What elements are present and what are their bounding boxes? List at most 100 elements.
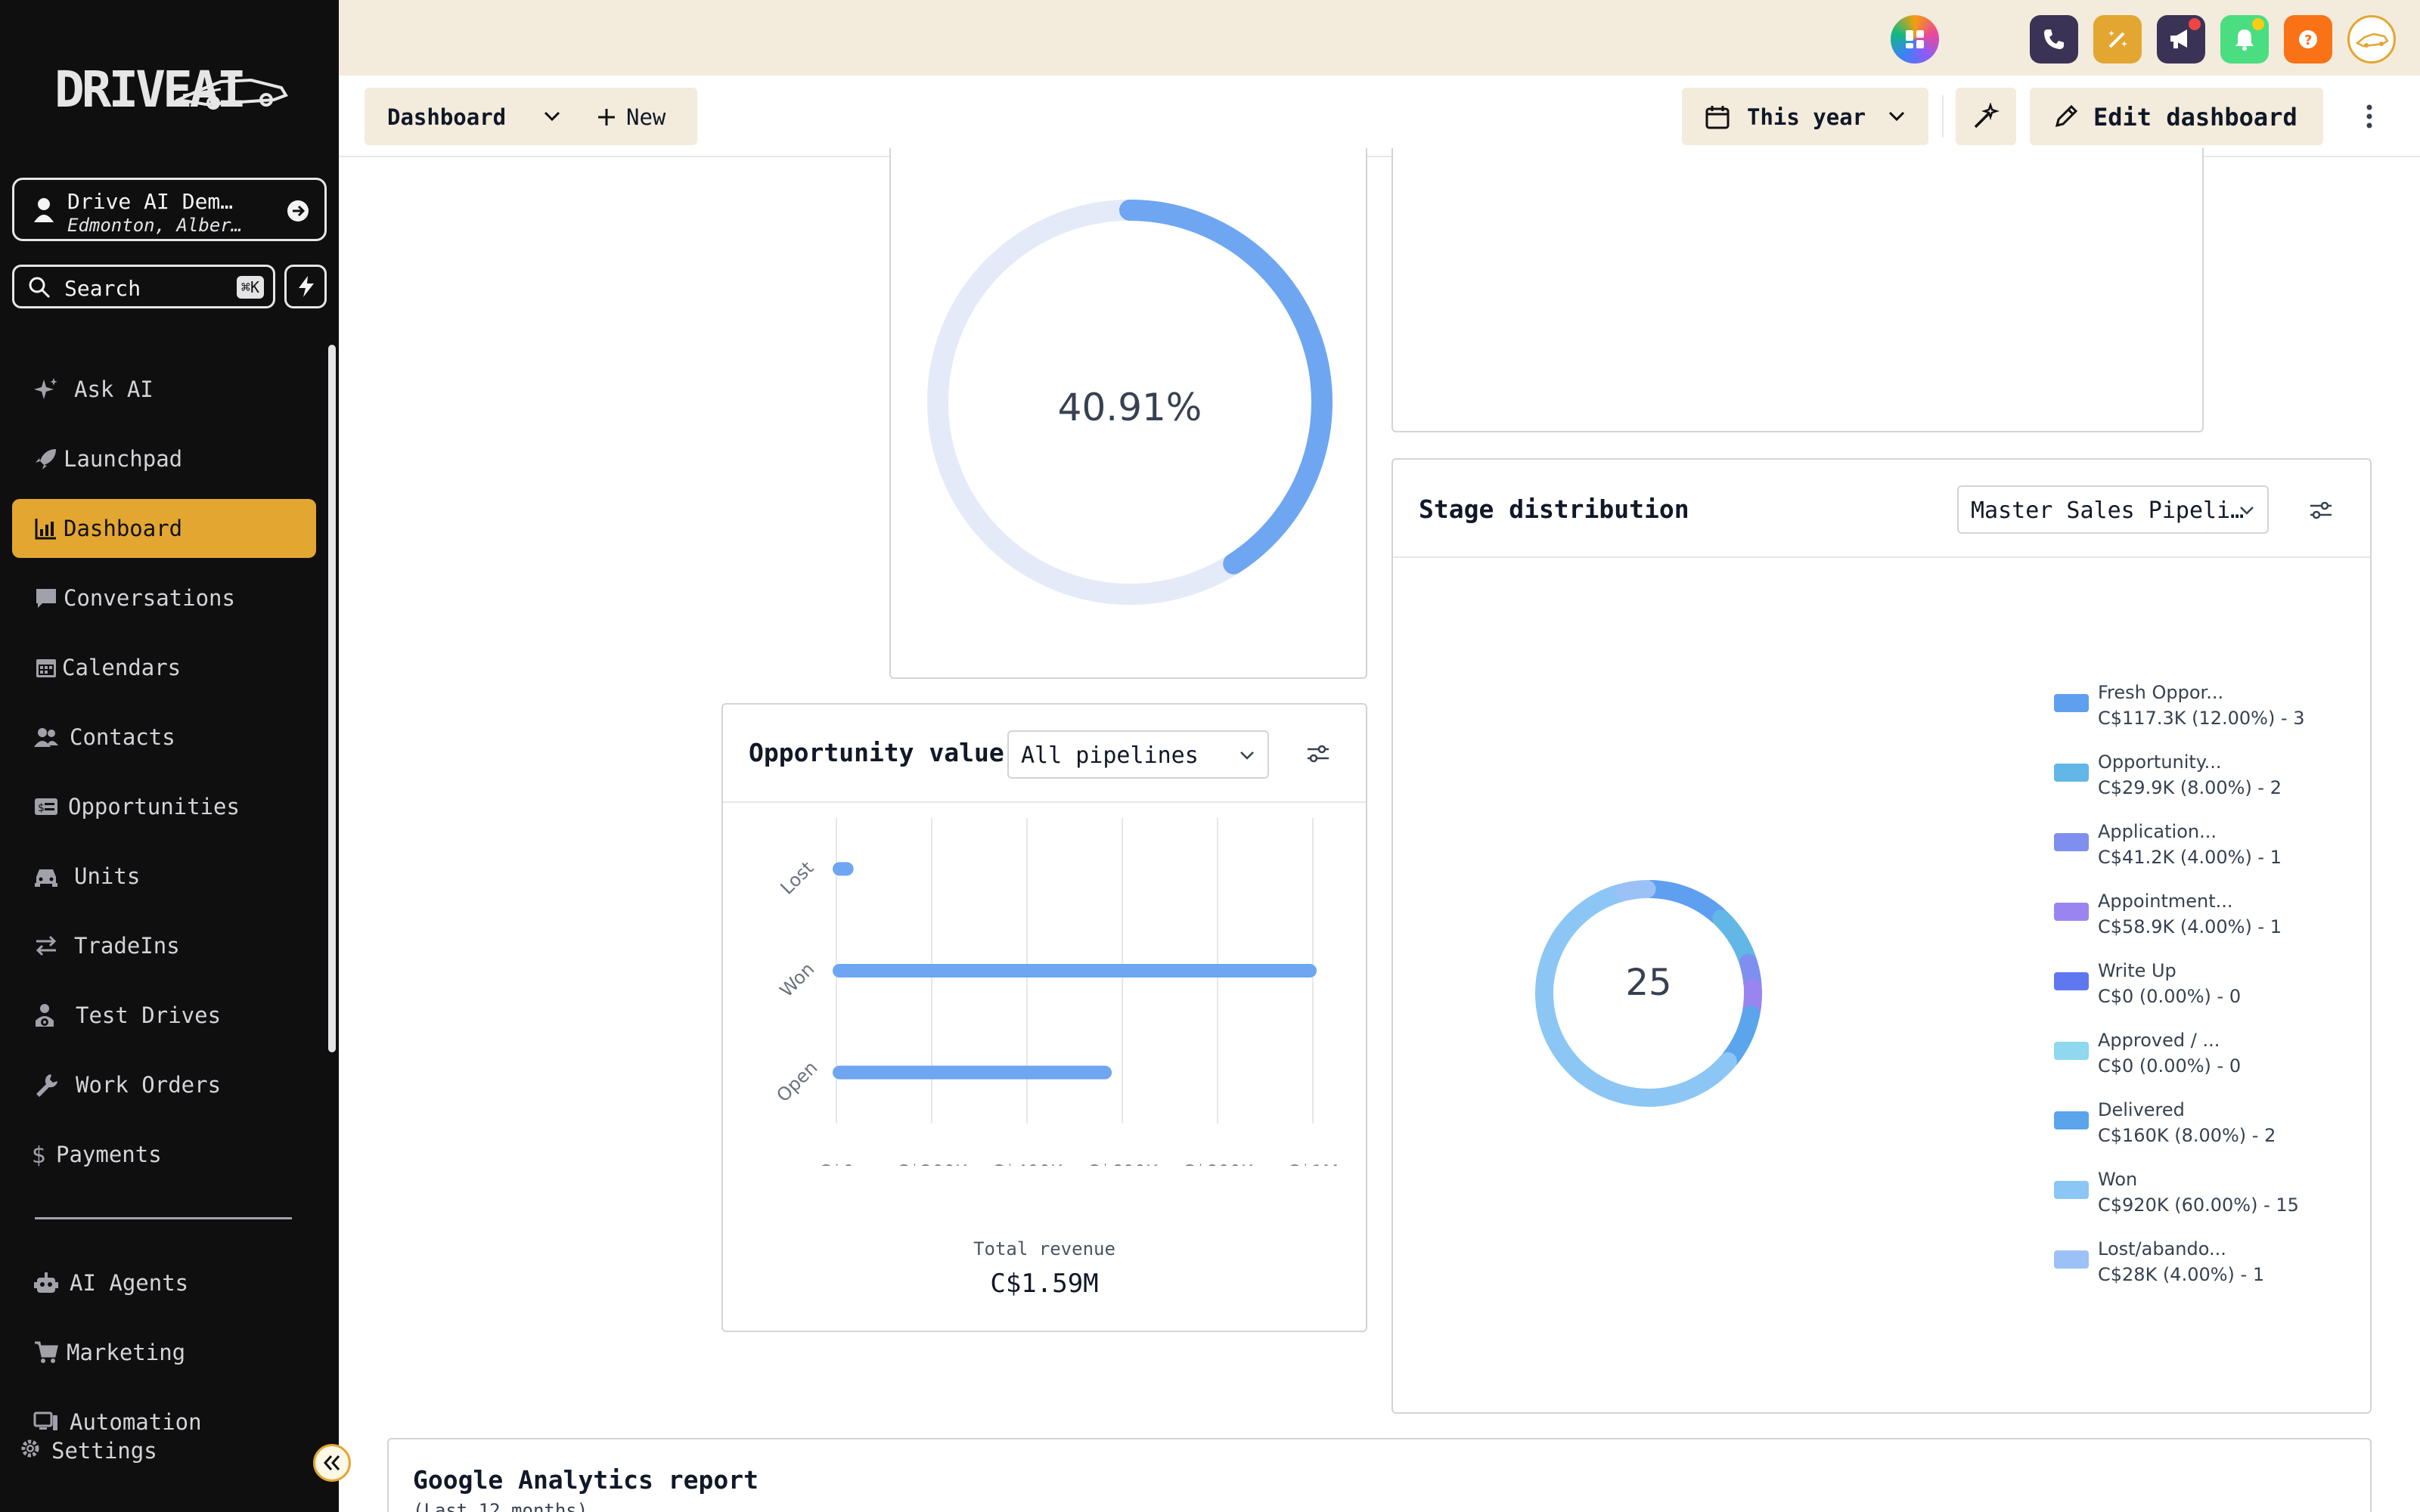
legend-swatch — [2054, 694, 2089, 712]
megaphone-icon — [2170, 29, 2187, 48]
apps-launcher-button[interactable] — [1891, 15, 1939, 64]
opportunity-value-chart: C$0 C$200K C$400K C$600K C$800K C$1M Lost Won Op… — [772, 818, 1339, 1166]
donut-slice[interactable] — [1641, 880, 1728, 925]
sidebar-item-label: Launchpad — [64, 446, 183, 472]
cart-icon — [35, 1341, 58, 1363]
phone-button[interactable] — [2030, 15, 2078, 64]
sidebar-item-dashboard[interactable]: Dashboard — [12, 499, 316, 558]
card-title: Opportunity value — [749, 738, 1004, 767]
chevron-down-icon — [544, 111, 560, 122]
x-tick-label: C$800K — [1182, 1161, 1254, 1166]
search-label: Search — [64, 276, 141, 301]
sidebar-item-tradeins[interactable]: TradeIns — [12, 916, 316, 975]
dashboard-switcher[interactable]: Dashboard New — [365, 88, 697, 145]
legend-stage-detail: C$117.3K (12.00%) - 3 — [2098, 708, 2305, 729]
legend-swatch — [2054, 1111, 2089, 1129]
y-category-label: Open — [772, 1057, 821, 1106]
sidebar-item-label: Opportunities — [68, 794, 240, 820]
donut-slice[interactable] — [1615, 880, 1656, 901]
sidebar-item-conversations[interactable]: Conversations — [12, 569, 316, 627]
sidebar-item-payments[interactable]: $ Payments — [12, 1125, 316, 1184]
x-tick-label: C$1M — [1287, 1161, 1339, 1166]
profile-avatar[interactable] — [2347, 15, 2396, 64]
edit-dashboard-button[interactable]: Edit dashboard — [2030, 88, 2323, 145]
sidebar-item-label: Calendars — [62, 655, 182, 680]
driver-icon — [36, 1004, 54, 1027]
google-analytics-card: Google Analytics report (Last 12 months) — [387, 1438, 2372, 1512]
filter-settings-icon[interactable] — [2308, 497, 2334, 523]
sidebar-item-label: Ask AI — [74, 376, 154, 402]
sidebar-item-settings[interactable]: Settings — [12, 1421, 316, 1464]
chevron-down-icon — [1888, 111, 1905, 122]
sidebar-item-test-drives[interactable]: Test Drives — [12, 986, 316, 1045]
car-icon — [35, 869, 57, 887]
toolbar-separator — [1942, 95, 1944, 138]
sidebar-item-launchpad[interactable]: Launchpad — [12, 429, 316, 488]
widget-card — [1392, 148, 2204, 432]
more-vertical-icon[interactable] — [2358, 101, 2381, 132]
user-icon — [34, 198, 54, 222]
new-dashboard-button[interactable]: New — [626, 104, 666, 130]
card-subtitle: (Last 12 months) — [413, 1500, 588, 1512]
y-category-label: Won — [776, 959, 819, 1002]
sidebar-item-ask-ai[interactable]: Ask AI — [12, 360, 316, 419]
x-tick-label: C$600K — [1087, 1161, 1159, 1166]
announcements-button[interactable] — [2157, 15, 2205, 64]
sidebar-scrollbar[interactable] — [328, 345, 336, 1052]
sidebar-item-label: Marketing — [67, 1340, 186, 1365]
svg-text:$: $ — [32, 1142, 46, 1167]
legend-stage-detail: C$58.9K (4.00%) - 1 — [2098, 916, 2282, 937]
phone-icon — [2044, 29, 2064, 49]
quick-actions-button[interactable] — [284, 265, 327, 308]
help-button[interactable]: ? — [2284, 15, 2332, 64]
legend-stage-name: Delivered — [2098, 1099, 2185, 1120]
donut-slice[interactable] — [1712, 909, 1757, 969]
legend-stage-name: Write Up — [2098, 960, 2176, 981]
collapse-sidebar-button[interactable] — [313, 1444, 351, 1482]
sidebar-item-work-orders[interactable]: Work Orders — [12, 1055, 316, 1114]
arrow-right-circle-icon — [287, 200, 309, 222]
location-switcher[interactable]: Drive AI Dem… Edmonton, Alber… — [12, 178, 327, 241]
users-icon — [34, 728, 58, 747]
dashboard-switcher-label: Dashboard — [387, 104, 507, 130]
sidebar-item-marketing[interactable]: Marketing — [12, 1323, 316, 1382]
filter-settings-icon[interactable] — [1305, 741, 1331, 767]
dollar-icon: $ — [32, 1142, 46, 1167]
pipeline-filter-value: All pipelines — [1021, 742, 1199, 769]
sidebar-item-opportunities[interactable]: $ Opportunities — [12, 777, 316, 836]
calendar-icon — [1705, 106, 1730, 129]
plus-icon[interactable] — [596, 107, 617, 128]
dashboard-toolbar: Dashboard New This year Edit dashboard — [339, 76, 2420, 157]
drive-ai-logo[interactable]: DRIVEAI — [54, 60, 289, 119]
location-name: Drive AI Dem… — [67, 189, 234, 214]
donut-center-value: 25 — [1625, 962, 1672, 1004]
legend-stage-detail: C$28K (4.00%) - 1 — [2098, 1264, 2265, 1285]
calendar-icon — [36, 659, 56, 677]
y-category-label: Lost — [777, 857, 818, 899]
ai-magic-button[interactable] — [1956, 88, 2016, 145]
sidebar-item-label: Units — [74, 863, 141, 889]
pipeline-filter-select[interactable]: All pipelines — [1007, 730, 1269, 779]
edit-dashboard-label: Edit dashboard — [2093, 103, 2297, 132]
avatar-car-icon — [2356, 33, 2389, 48]
svg-text:?: ? — [2304, 33, 2312, 48]
pipeline-select[interactable]: Master Sales Pipeli… — [1957, 485, 2269, 534]
x-tick-label: C$200K — [896, 1161, 968, 1166]
sidebar-divider — [35, 1217, 292, 1219]
opportunity-value-card: Opportunity value All pipelines C$0 C$200… — [721, 703, 1367, 1332]
sidebar-item-ai-agents[interactable]: AI Agents — [12, 1253, 316, 1312]
help-icon: ? — [2299, 30, 2317, 48]
sidebar-item-contacts[interactable]: Contacts — [12, 708, 316, 767]
donut-slice[interactable] — [1720, 1005, 1761, 1068]
legend-stage-name: Application... — [2098, 821, 2217, 842]
legend-stage-name: Lost/abando... — [2098, 1238, 2226, 1259]
magic-wand-button[interactable] — [2093, 15, 2142, 64]
search-box[interactable]: Search ⌘K — [12, 265, 275, 308]
sidebar-item-units[interactable]: Units — [12, 847, 316, 906]
swap-icon — [36, 935, 57, 956]
apps-grid-icon — [1906, 30, 1924, 48]
card-header-divider — [1393, 556, 2370, 558]
date-range-picker[interactable]: This year — [1682, 88, 1928, 145]
sidebar-item-calendars[interactable]: Calendars — [12, 638, 316, 697]
notifications-button[interactable] — [2220, 15, 2269, 64]
